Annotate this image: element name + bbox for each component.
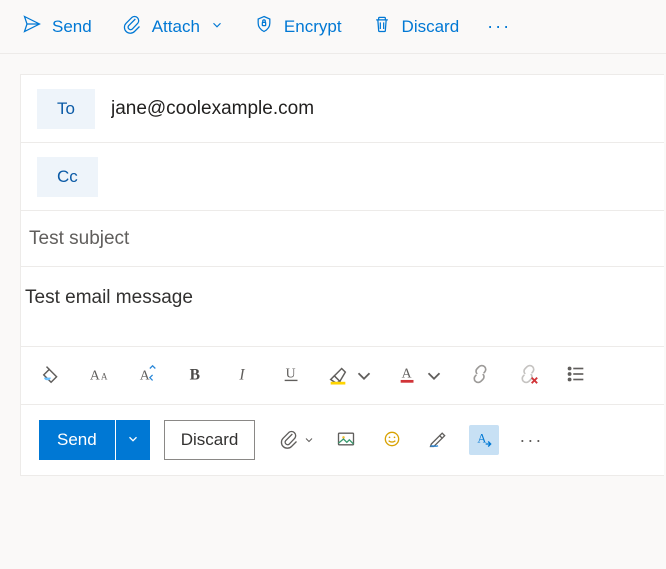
action-bar: Send Discard (21, 405, 664, 475)
encrypt-top-label: Encrypt (284, 17, 342, 37)
compose-panel: To Cc Test email message AA A (20, 74, 664, 476)
to-button[interactable]: To (37, 89, 95, 129)
bold-icon: B (185, 363, 207, 388)
font-color-icon: A (397, 363, 419, 388)
svg-text:A: A (101, 372, 108, 382)
paperclip-icon (122, 14, 142, 39)
attach-top-label: Attach (152, 17, 200, 37)
discard-button[interactable]: Discard (164, 420, 256, 460)
smiley-icon (382, 429, 402, 452)
italic-icon: I (233, 363, 255, 388)
picture-icon (336, 429, 356, 452)
text-format-icon: A (474, 429, 494, 452)
svg-text:A: A (402, 366, 412, 381)
format-toolbar: AA A B I U (21, 347, 664, 405)
to-input[interactable] (111, 98, 648, 120)
trash-icon (372, 14, 392, 39)
cc-input[interactable] (114, 166, 648, 188)
body-text[interactable]: Test email message (25, 287, 656, 309)
change-case-button[interactable]: A (135, 362, 161, 390)
discard-top-button[interactable]: Discard (366, 8, 466, 45)
cc-row: Cc (21, 143, 664, 211)
more-options-top[interactable]: ··· (483, 10, 515, 43)
font-color-button[interactable]: A (397, 362, 445, 390)
underline-icon: U (281, 363, 303, 388)
pen-icon (428, 429, 448, 452)
send-top-label: Send (52, 17, 92, 37)
to-label: To (57, 99, 75, 118)
attach-top-button[interactable]: Attach (116, 8, 230, 45)
svg-text:I: I (238, 367, 245, 384)
chevron-down-icon (126, 432, 140, 449)
paint-roller-icon (41, 363, 63, 388)
italic-button[interactable]: I (231, 362, 257, 390)
insert-image-button[interactable] (331, 425, 361, 455)
shield-lock-icon (254, 14, 274, 39)
subject-input[interactable] (29, 228, 656, 250)
to-row: To (21, 75, 664, 143)
highlight-button[interactable] (327, 362, 375, 390)
underline-button[interactable]: U (279, 362, 305, 390)
attach-bottom-button[interactable] (279, 425, 315, 455)
link-icon (469, 363, 491, 388)
unlink-icon (517, 363, 539, 388)
change-case-icon: A (137, 363, 159, 388)
send-button[interactable]: Send (39, 420, 115, 460)
send-options-button[interactable] (116, 420, 150, 460)
svg-text:A: A (478, 431, 487, 445)
paperclip-icon (279, 429, 299, 452)
discard-top-label: Discard (402, 17, 460, 37)
format-painter-button[interactable] (39, 362, 65, 390)
bullet-list-icon (565, 363, 587, 388)
send-top-button[interactable]: Send (16, 8, 98, 45)
show-formatting-button[interactable]: A (469, 425, 499, 455)
send-button-label: Send (57, 430, 97, 449)
remove-link-button[interactable] (515, 362, 541, 390)
svg-text:U: U (286, 366, 296, 381)
font-size-icon: AA (89, 363, 111, 388)
cc-label: Cc (57, 167, 78, 186)
send-icon (22, 14, 42, 39)
top-toolbar: Send Attach Encrypt Discard ··· (0, 0, 666, 54)
send-split-button: Send (39, 420, 150, 460)
insert-link-button[interactable] (467, 362, 493, 390)
font-size-button[interactable]: AA (87, 362, 113, 390)
body-area[interactable]: Test email message (21, 267, 664, 347)
svg-text:A: A (90, 368, 100, 383)
more-options-bottom[interactable]: ··· (515, 430, 547, 451)
bullets-button[interactable] (563, 362, 589, 390)
chevron-down-icon (210, 17, 224, 37)
discard-button-label: Discard (181, 430, 239, 449)
svg-text:A: A (140, 368, 150, 383)
drawing-button[interactable] (423, 425, 453, 455)
highlighter-icon (327, 363, 349, 388)
cc-button[interactable]: Cc (37, 157, 98, 197)
encrypt-top-button[interactable]: Encrypt (248, 8, 348, 45)
svg-text:B: B (190, 367, 200, 384)
emoji-button[interactable] (377, 425, 407, 455)
subject-row (21, 211, 664, 267)
action-icon-group: A ··· (279, 425, 547, 455)
bold-button[interactable]: B (183, 362, 209, 390)
